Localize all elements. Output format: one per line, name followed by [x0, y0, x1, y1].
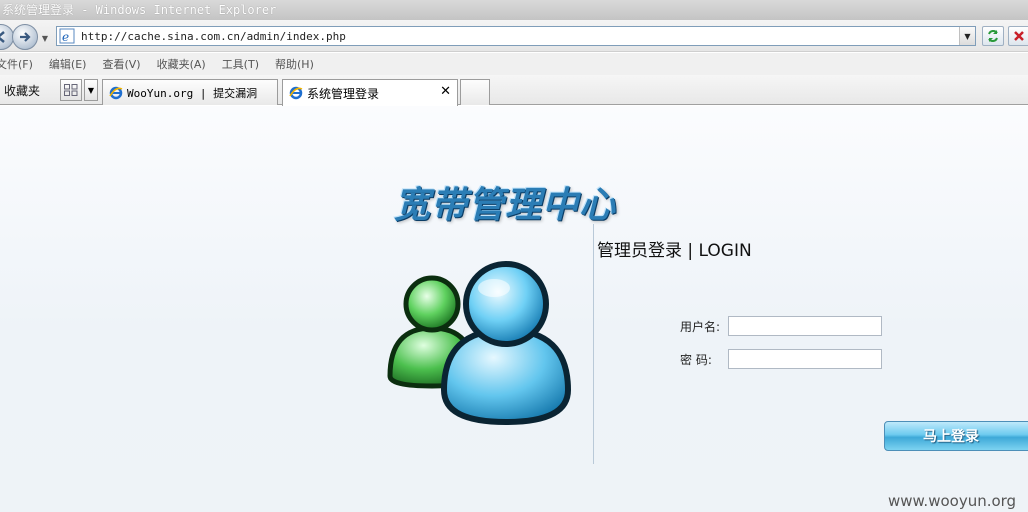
login-heading: 管理员登录 | LOGIN — [597, 241, 752, 261]
username-label: 用户名: — [680, 319, 721, 334]
brand-title: 宽带管理中心 — [394, 185, 617, 226]
menu-file[interactable]: 文件(F) — [0, 56, 33, 72]
username-input[interactable] — [728, 316, 882, 336]
password-input[interactable] — [728, 349, 882, 369]
menu-help[interactable]: 帮助(H) — [275, 56, 314, 72]
menu-tools[interactable]: 工具(T) — [222, 56, 259, 72]
new-tab-button[interactable] — [460, 79, 490, 105]
username-row: 用户名: — [680, 316, 882, 336]
vertical-divider — [593, 224, 594, 464]
back-arrow-icon — [0, 31, 5, 43]
window-title: 系统管理登录 - Windows Internet Explorer — [2, 3, 277, 17]
users-icon — [387, 261, 572, 426]
login-button[interactable]: 马上登录 — [884, 421, 1028, 451]
address-input[interactable] — [75, 27, 959, 45]
tab-wooyun[interactable]: WooYun.org | 提交漏洞 — [102, 79, 278, 105]
tab-bar: 收藏夹 ▼ WooYun.org | 提交漏洞 系统管理登录 ✕ — [0, 75, 1028, 106]
tab-label: WooYun.org | 提交漏洞 — [127, 86, 258, 100]
stop-icon — [1014, 31, 1024, 41]
tab-admin-login[interactable]: 系统管理登录 ✕ — [282, 79, 458, 106]
ie-page-icon: e — [59, 28, 75, 44]
address-field: e ▼ — [56, 26, 976, 46]
quick-tabs-icon — [64, 84, 78, 96]
address-toolbar: ▼ e ▼ — [0, 20, 1028, 52]
menu-favorites[interactable]: 收藏夹(A) — [157, 56, 206, 72]
address-dropdown-icon[interactable]: ▼ — [959, 27, 975, 45]
favorites-button[interactable]: 收藏夹 — [4, 82, 40, 99]
menu-edit[interactable]: 编辑(E) — [49, 56, 87, 72]
forward-arrow-icon — [20, 32, 31, 42]
menu-bar: 文件(F) 编辑(E) 查看(V) 收藏夹(A) 工具(T) 帮助(H) — [0, 53, 1028, 75]
tab-label: 系统管理登录 — [307, 86, 380, 101]
close-tab-icon[interactable]: ✕ — [440, 84, 451, 99]
watermark: www.wooyun.org — [888, 492, 1017, 510]
password-label: 密 码: — [680, 352, 712, 367]
page-content: 宽带管理中心 管理员登录 | LOGIN 用户名: 密 码: 马上登录 www.… — [0, 106, 1028, 512]
quick-tabs-button[interactable] — [60, 79, 82, 101]
refresh-button[interactable] — [982, 26, 1004, 46]
svg-text:e: e — [62, 30, 69, 44]
forward-button[interactable] — [12, 24, 38, 50]
tab-list-dropdown-icon[interactable]: ▼ — [84, 79, 98, 101]
ie-icon — [289, 86, 303, 100]
window-title-bar: 系统管理登录 - Windows Internet Explorer — [0, 0, 1028, 20]
refresh-icon — [988, 30, 998, 42]
history-dropdown-icon[interactable]: ▼ — [40, 34, 50, 44]
password-row: 密 码: — [680, 349, 882, 369]
ie-icon — [109, 86, 123, 99]
stop-button[interactable] — [1008, 26, 1028, 46]
menu-view[interactable]: 查看(V) — [102, 56, 140, 72]
